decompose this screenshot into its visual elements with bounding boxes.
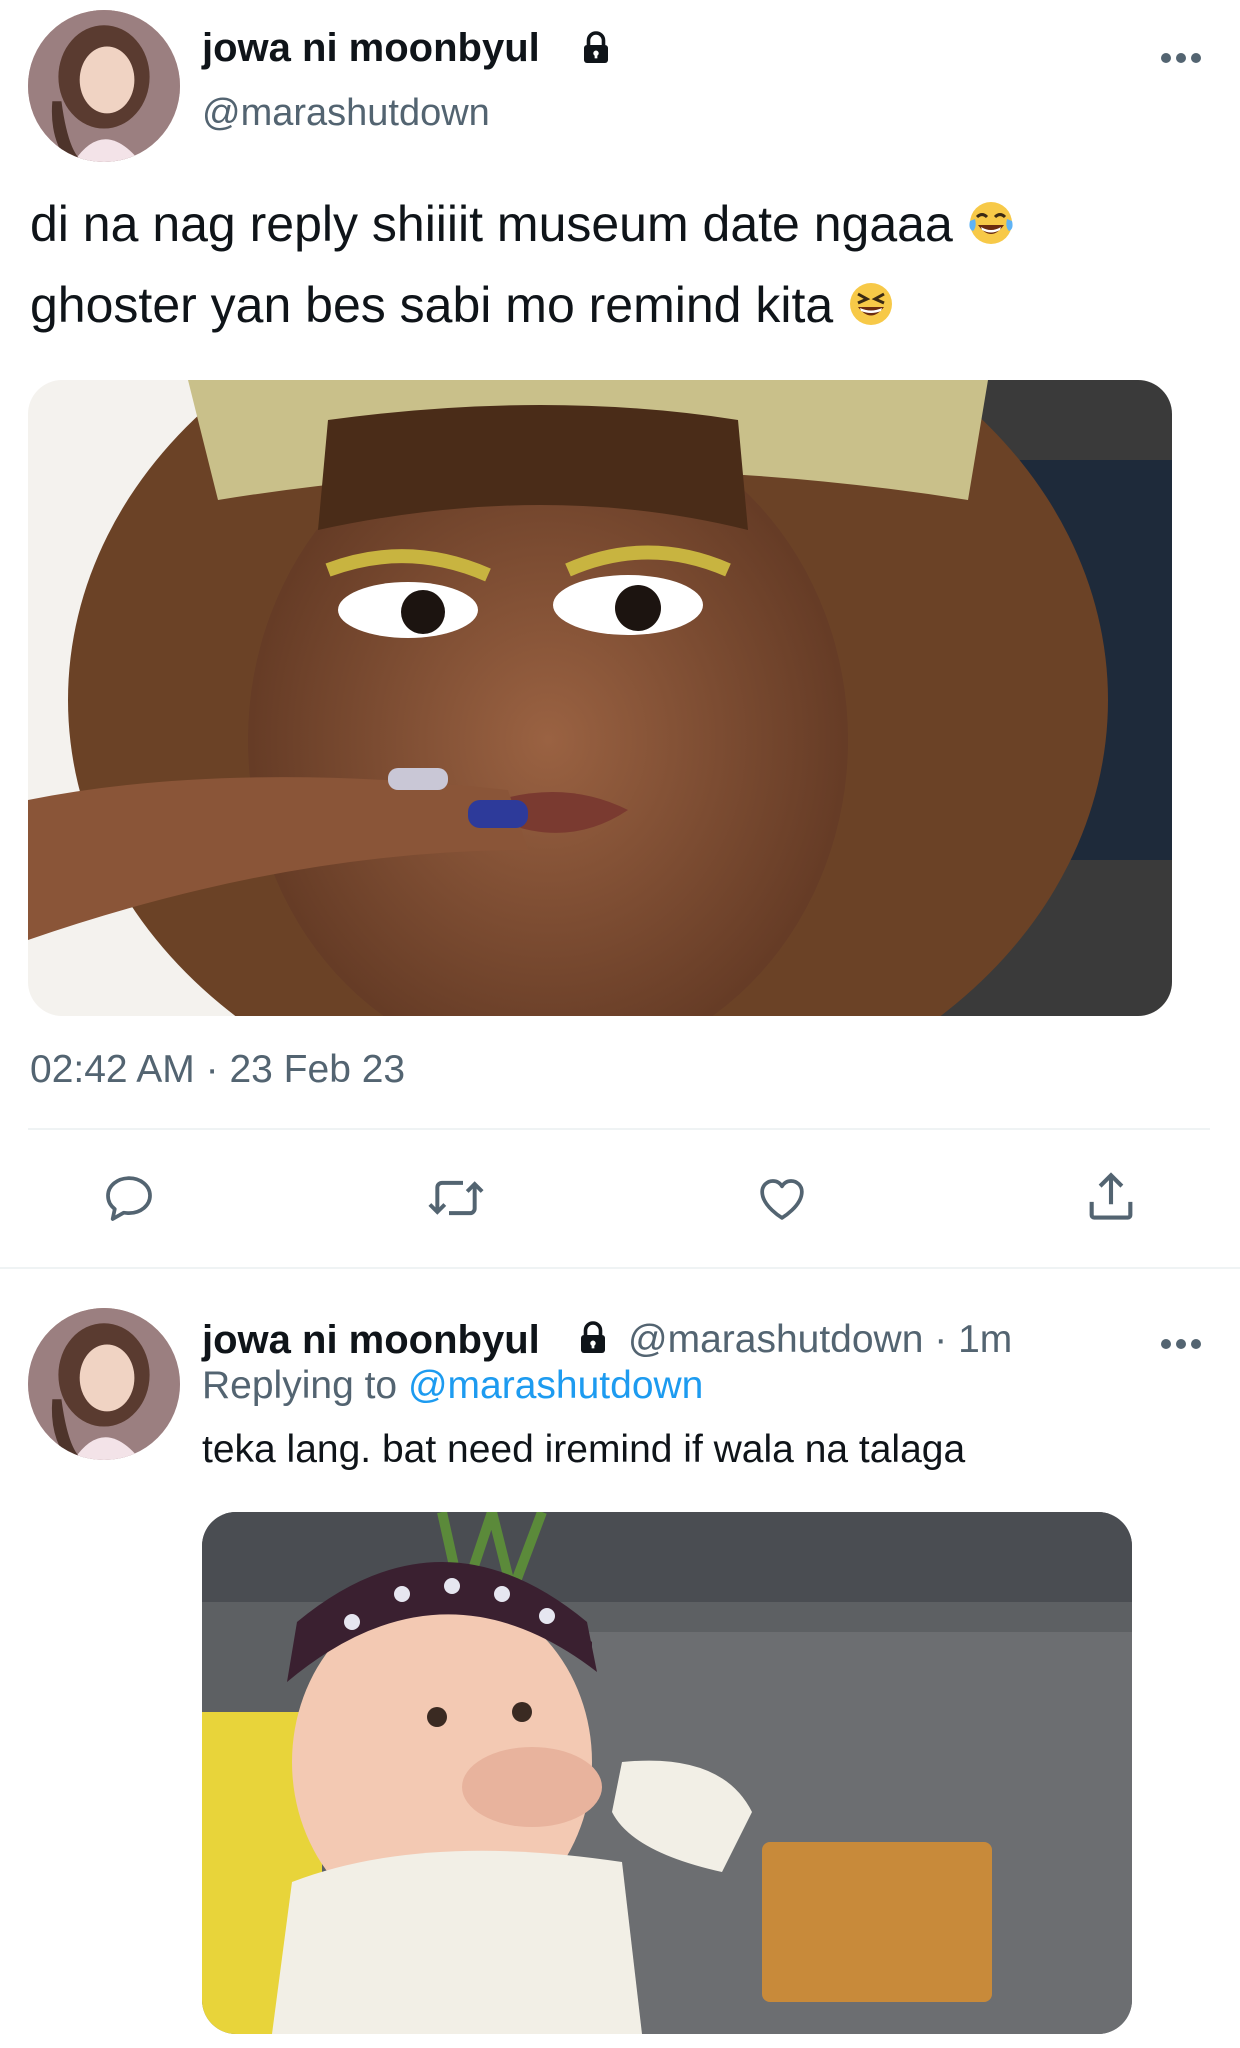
- tweet-text: di na nag reply shiiiit museum date ngaa…: [30, 184, 1210, 346]
- tweet-text-line-2: ghoster yan bes sabi mo remind kita: [30, 265, 1210, 346]
- display-name[interactable]: jowa ni moonbyul: [202, 24, 540, 72]
- reply-reaction-gif-image[interactable]: [202, 1512, 1132, 2034]
- reply-meta-separator: ·: [934, 1318, 948, 1361]
- reply-avatar[interactable]: [28, 1308, 180, 1460]
- lock-icon: [578, 30, 614, 66]
- share-icon[interactable]: [1082, 1168, 1140, 1226]
- reply-more-options-icon[interactable]: [1160, 1328, 1202, 1351]
- tweet-text-line-1-text: di na nag reply shiiiit museum date ngaa…: [30, 196, 953, 252]
- reply-handle[interactable]: @marashutdown: [628, 1318, 923, 1361]
- retweet-icon[interactable]: [424, 1170, 488, 1226]
- replying-to-mention[interactable]: @marashutdown: [408, 1364, 703, 1407]
- like-icon[interactable]: [752, 1170, 812, 1226]
- reaction-gif-image[interactable]: [28, 380, 1172, 1016]
- reply-age[interactable]: 1m: [958, 1318, 1012, 1361]
- avatar[interactable]: [28, 10, 180, 162]
- reply-text: teka lang. bat need iremind if wala na t…: [202, 1428, 966, 1471]
- reply-lock-icon: [575, 1320, 611, 1356]
- handle[interactable]: @marashutdown: [202, 90, 490, 136]
- grinning-squinting-face-icon: [850, 283, 893, 325]
- tweet-separator: [0, 1267, 1240, 1269]
- tweet-date: 23 Feb 23: [229, 1048, 406, 1091]
- reply-icon[interactable]: [100, 1170, 158, 1226]
- replying-to-prefix: Replying to: [202, 1364, 398, 1407]
- replying-to-line: Replying to @marashutdown: [202, 1364, 703, 1408]
- tweet-text-line-2-text: ghoster yan bes sabi mo remind kita: [30, 277, 834, 333]
- reply-display-name[interactable]: jowa ni moonbyul: [202, 1316, 540, 1364]
- tweet-timestamp[interactable]: 02:42 AM · 23 Feb 23: [30, 1048, 405, 1092]
- reply-meta: @marashutdown · 1m: [628, 1318, 1012, 1362]
- tweet-time: 02:42 AM: [30, 1048, 195, 1091]
- action-bar-divider: [28, 1128, 1210, 1130]
- timestamp-separator: ·: [205, 1048, 219, 1091]
- more-options-icon[interactable]: [1160, 42, 1202, 65]
- face-with-tears-of-joy-icon: [969, 202, 1013, 244]
- tweet-text-line-1: di na nag reply shiiiit museum date ngaa…: [30, 184, 1210, 265]
